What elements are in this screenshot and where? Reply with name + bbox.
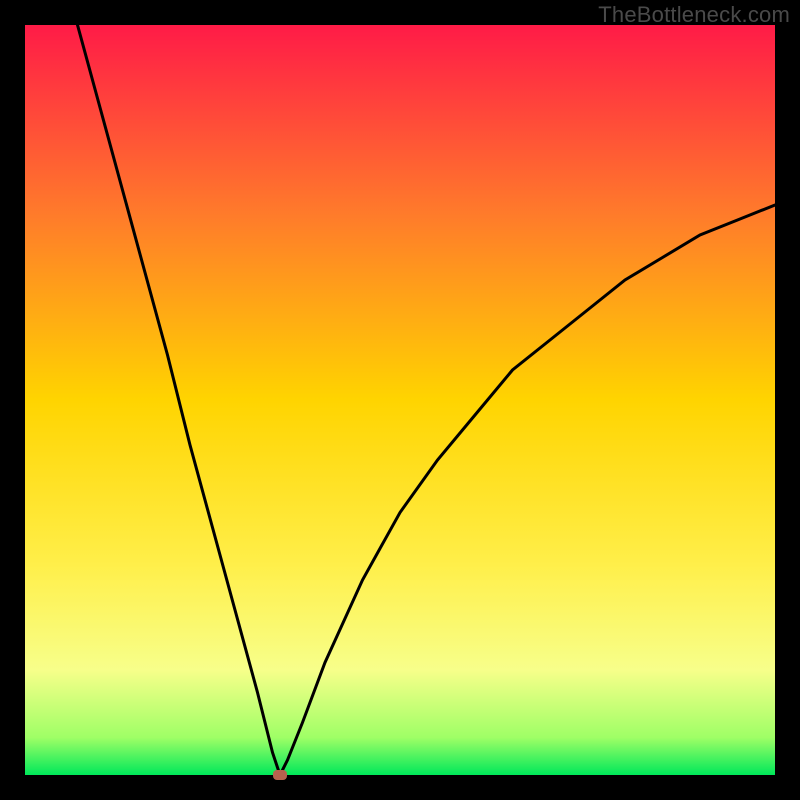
plot-area [25, 25, 775, 775]
chart-frame: TheBottleneck.com [0, 0, 800, 800]
gradient-background [25, 25, 775, 775]
plot-svg [25, 25, 775, 775]
